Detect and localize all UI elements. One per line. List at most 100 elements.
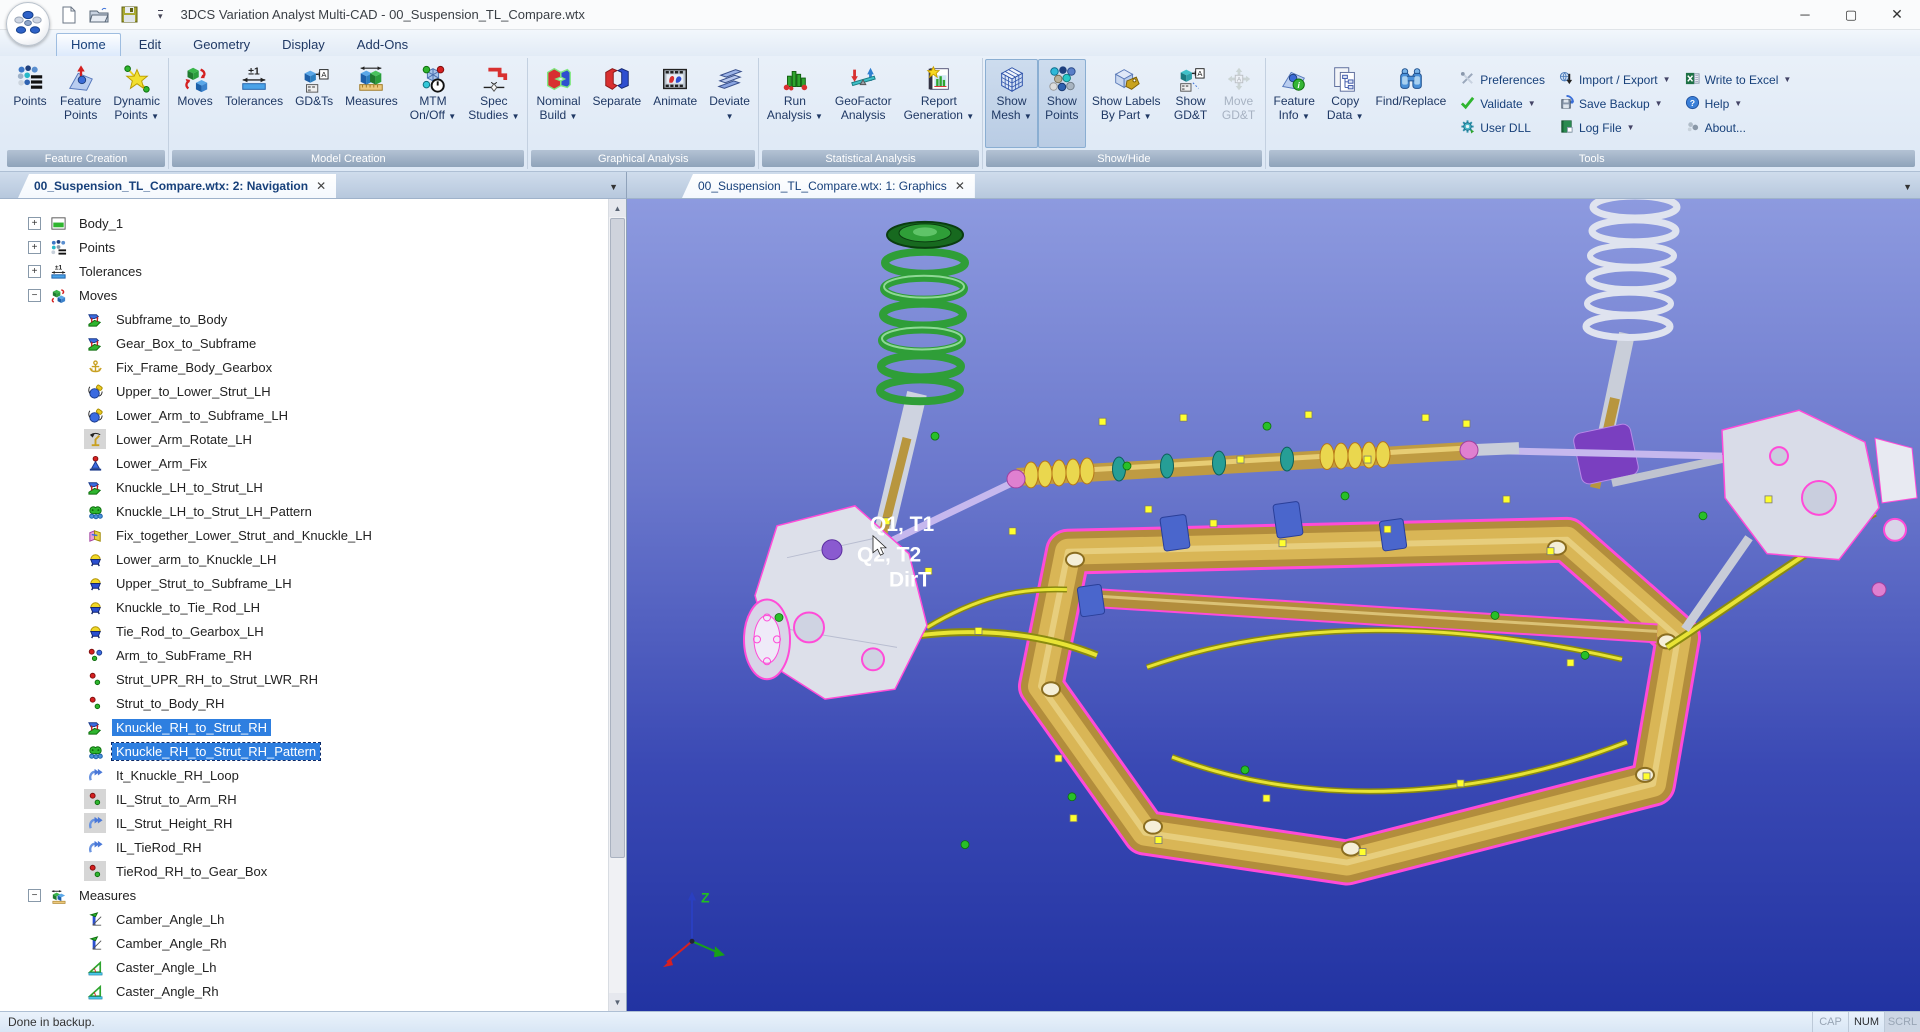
show-points-button[interactable]: ShowPoints [1038,59,1086,148]
open-file-icon[interactable] [88,4,110,26]
tab-display[interactable]: Display [268,34,339,56]
tolerances-button[interactable]: ±1Tolerances [219,59,289,148]
dropdown-arrow-icon[interactable]: ▼ [570,112,578,121]
tree-item-gear-box-to-subframe[interactable]: Gear_Box_to_Subframe [0,331,608,355]
tree-item-it-knuckle-rh-loop[interactable]: It_Knuckle_RH_Loop [0,763,608,787]
tree-item-arm-to-subframe-rh[interactable]: Arm_to_SubFrame_RH [0,643,608,667]
tree-item-lower-arm-rotate-lh[interactable]: Lower_Arm_Rotate_LH [0,427,608,451]
dropdown-arrow-icon[interactable]: ▼ [966,112,974,121]
navigation-tab-dropdown-icon[interactable]: ▼ [609,182,618,192]
dropdown-arrow-icon[interactable]: ▼ [1528,99,1536,108]
close-button[interactable]: ✕ [1874,0,1920,30]
tab-add-ons[interactable]: Add-Ons [343,34,422,56]
tree-item-tolerances[interactable]: +±1Tolerances [0,259,608,283]
dropdown-arrow-icon[interactable]: ▼ [1302,112,1310,121]
show-gd-t-button[interactable]: AShowGD&T [1167,59,1215,148]
dynamic-points-button[interactable]: DynamicPoints ▼ [107,59,166,148]
tree-item-moves[interactable]: −Moves [0,283,608,307]
tree-item-camber-angle-lh[interactable]: Camber_Angle_Lh [0,907,608,931]
measures-button[interactable]: Measures [339,59,404,148]
dropdown-arrow-icon[interactable]: ▼ [1734,99,1742,108]
dropdown-arrow-icon[interactable]: ▼ [815,112,823,121]
new-file-icon[interactable] [58,4,80,26]
qat-customize-icon[interactable]: ▾ [158,10,163,20]
dropdown-arrow-icon[interactable]: ▼ [151,112,159,121]
user-dll-button[interactable]: User DLL [1460,116,1545,140]
geofactor-analysis-button[interactable]: GeoFactorAnalysis [829,59,898,148]
navigation-tab-close-icon[interactable]: ✕ [316,179,326,193]
deviate-button[interactable]: Deviate ▼ [703,59,756,148]
tree-item-knuckle-lh-to-strut-lh-pattern[interactable]: Knuckle_LH_to_Strut_LH_Pattern [0,499,608,523]
show-mesh-button[interactable]: ShowMesh ▼ [985,59,1038,148]
tree-item-fix-frame-body-gearbox[interactable]: Fix_Frame_Body_Gearbox [0,355,608,379]
tree-item-upper-to-lower-strut-lh[interactable]: Upper_to_Lower_Strut_LH [0,379,608,403]
scroll-down-icon[interactable]: ▼ [609,993,626,1011]
maximize-button[interactable]: ▢ [1828,0,1874,30]
dropdown-arrow-icon[interactable]: ▼ [1627,123,1635,132]
dropdown-arrow-icon[interactable]: ▼ [1655,99,1663,108]
expand-icon[interactable]: + [28,217,41,230]
app-logo-icon[interactable] [6,2,50,46]
mtm-on-off-button[interactable]: MTMOn/Off ▼ [404,59,462,148]
about-button[interactable]: About... [1685,116,1792,140]
dropdown-arrow-icon[interactable]: ▼ [1783,75,1791,84]
feature-info-button[interactable]: iFeatureInfo ▼ [1268,59,1321,148]
expand-icon[interactable]: + [28,241,41,254]
scroll-up-icon[interactable]: ▲ [609,199,626,217]
dropdown-arrow-icon[interactable]: ▼ [1356,112,1364,121]
feature-points-button[interactable]: FeaturePoints [54,59,107,148]
log-file-button[interactable]: Log File▼ [1559,116,1671,140]
tree-item-camber-angle-rh[interactable]: Camber_Angle_Rh [0,931,608,955]
tree-item-knuckle-rh-to-strut-rh-pattern[interactable]: Knuckle_RH_to_Strut_RH_Pattern [0,739,608,763]
validate-button[interactable]: Validate▼ [1460,92,1545,116]
tree-item-tierod-rh-to-gear-box[interactable]: TieRod_RH_to_Gear_Box [0,859,608,883]
tree-item-knuckle-lh-to-strut-lh[interactable]: Knuckle_LH_to_Strut_LH [0,475,608,499]
nominal-build-button[interactable]: NominalBuild ▼ [530,59,586,148]
tree-scrollbar[interactable]: ▲ ▼ [608,199,626,1011]
dropdown-arrow-icon[interactable]: ▼ [448,112,456,121]
import-export-button[interactable]: Import / Export▼ [1559,68,1671,92]
gd-ts-button[interactable]: AGD&Ts [289,59,339,148]
tree-item-subframe-to-body[interactable]: Subframe_to_Body [0,307,608,331]
graphics-viewport[interactable]: Q1, T1 Q2, T2 DirT Z [627,199,1920,1011]
animate-button[interactable]: Animate [647,59,703,148]
tree-item-lower-arm-to-knuckle-lh[interactable]: Lower_arm_to_Knuckle_LH [0,547,608,571]
tree-item-caster-angle-lh[interactable]: Caster_Angle_Lh [0,955,608,979]
tree-item-caster-angle-rh[interactable]: Caster_Angle_Rh [0,979,608,1003]
save-icon[interactable] [118,4,140,26]
tab-navigation[interactable]: 00_Suspension_TL_Compare.wtx: 2: Navigat… [18,174,336,198]
tab-geometry[interactable]: Geometry [179,34,264,56]
tree-item-measures[interactable]: −Measures [0,883,608,907]
preferences-button[interactable]: Preferences [1460,68,1545,92]
tab-graphics[interactable]: 00_Suspension_TL_Compare.wtx: 1: Graphic… [682,174,975,198]
tree-item-upper-strut-to-subframe-lh[interactable]: Upper_Strut_to_Subframe_LH [0,571,608,595]
report-generation-button[interactable]: ReportGeneration ▼ [898,59,981,148]
tree-item-knuckle-rh-to-strut-rh[interactable]: Knuckle_RH_to_Strut_RH [0,715,608,739]
run-analysis-button[interactable]: RunAnalysis ▼ [761,59,829,148]
graphics-tab-close-icon[interactable]: ✕ [955,179,965,193]
tree-item-il-tierod-rh[interactable]: IL_TieRod_RH [0,835,608,859]
help-button[interactable]: ?Help▼ [1685,92,1792,116]
collapse-icon[interactable]: − [28,289,41,302]
dropdown-arrow-icon[interactable]: ▼ [1144,112,1152,121]
dropdown-arrow-icon[interactable]: ▼ [512,112,520,121]
collapse-icon[interactable]: − [28,889,41,902]
tree-item-lower-arm-to-subframe-lh[interactable]: Lower_Arm_to_Subframe_LH [0,403,608,427]
find-replace-button[interactable]: Find/Replace [1370,59,1453,148]
moves-button[interactable]: Moves [171,59,219,148]
tree-item-lower-arm-fix[interactable]: Lower_Arm_Fix [0,451,608,475]
tree-item-strut-to-body-rh[interactable]: Strut_to_Body_RH [0,691,608,715]
save-backup-button[interactable]: Save Backup▼ [1559,92,1671,116]
dropdown-arrow-icon[interactable]: ▼ [726,112,734,121]
tree-item-strut-upr-rh-to-strut-lwr-rh[interactable]: Strut_UPR_RH_to_Strut_LWR_RH [0,667,608,691]
dropdown-arrow-icon[interactable]: ▼ [1024,112,1032,121]
tree-item-points[interactable]: +Points [0,235,608,259]
tree-item-il-strut-height-rh[interactable]: IL_Strut_Height_RH [0,811,608,835]
tree-item-tie-rod-to-gearbox-lh[interactable]: Tie_Rod_to_Gearbox_LH [0,619,608,643]
graphics-tab-dropdown-icon[interactable]: ▼ [1903,182,1912,192]
minimize-button[interactable]: ─ [1782,0,1828,30]
tree-item-body-1[interactable]: +Body_1 [0,211,608,235]
tab-home[interactable]: Home [56,33,121,56]
show-labels-by-part-button[interactable]: Show LabelsBy Part ▼ [1086,59,1167,148]
tree-item-fix-together-lower-strut-and-knuckle-lh[interactable]: Fix_together_Lower_Strut_and_Knuckle_LH [0,523,608,547]
